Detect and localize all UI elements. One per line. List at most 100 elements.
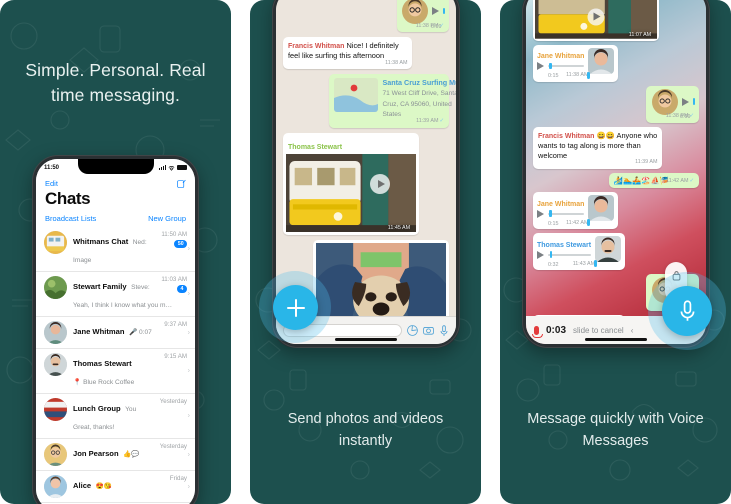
chat-list-item[interactable]: Stewart Family Steve: Yeah, I think I kn… [36, 272, 195, 317]
chat-list-item[interactable]: Alice 😍😘 Friday › [36, 471, 195, 503]
chat-prefix: You [125, 406, 137, 413]
panel-caption: Send photos and videos instantly [287, 411, 444, 449]
glasses-man-avatar [44, 443, 67, 466]
voice-duration: 0:32 [548, 262, 559, 269]
chat-right: 9:37 AM [164, 321, 187, 328]
glasses-man-avatar [402, 0, 428, 24]
yellow-tram-photo[interactable]: 11:45 AM [286, 153, 417, 232]
chat-time: 9:37 AM [164, 321, 187, 328]
video-message-in[interactable]: Thomas Stewart [283, 132, 420, 235]
chevron-right-icon: › [187, 451, 190, 458]
message-sender: Jane Whitman [537, 53, 585, 61]
location-title: Santa Cruz Surfing Mus… [382, 78, 456, 88]
video-message-in[interactable]: 11:07 AM [533, 0, 660, 41]
phone-notch [77, 159, 154, 174]
mic-icon: 🎤 [128, 329, 138, 336]
chat-list-item[interactable]: Whitmans Chat Ned: Image 11:50 AM 50 › [36, 227, 195, 272]
new-group-link[interactable]: New Group [148, 214, 186, 223]
voice-message-in[interactable]: Jane Whitman 0:15 11:38 AM [533, 44, 619, 82]
chat-name: Stewart Family [73, 282, 127, 291]
voice-progress-knob [549, 210, 552, 217]
landscape-avatar [44, 276, 67, 299]
play-icon[interactable] [682, 97, 689, 106]
message-sender: Thomas Stewart [537, 242, 592, 250]
chat-meta: Lunch Group You Great, thanks! [73, 398, 154, 434]
chat-list-item[interactable]: Lunch Group You Great, thanks! Yesterday… [36, 394, 195, 439]
play-button[interactable] [587, 8, 605, 26]
battery-icon [177, 165, 187, 170]
voice-progress-knob [549, 251, 553, 258]
chat-right: Friday [170, 475, 187, 482]
chat-time: Yesterday [159, 443, 187, 450]
add-attachment-button[interactable] [273, 285, 318, 330]
play-button[interactable] [370, 173, 391, 194]
record-mic-icon [532, 325, 543, 338]
message-emoji: 🏄🏊🚣🏖️⛵🎏 [613, 175, 669, 185]
text-message-in[interactable]: Francis Whitman Nice! I definitely feel … [283, 37, 413, 70]
sticker-icon[interactable] [407, 325, 418, 336]
message-timestamp: 11:39 AM [635, 159, 658, 166]
recording-timer: 0:03 [546, 324, 567, 336]
record-voice-button[interactable] [662, 286, 712, 336]
chat-preview: 👍💬 [123, 451, 140, 458]
woman-avatar [588, 47, 615, 74]
voice-duration: 0:15 [548, 221, 559, 228]
play-icon[interactable] [537, 209, 544, 218]
edit-button[interactable]: Edit [45, 179, 58, 188]
broadcast-lists-link[interactable]: Broadcast Lists [45, 214, 96, 223]
voice-message-in[interactable]: Jane Whitman 0:15 11:42 AM [533, 192, 619, 230]
message-timestamp: 11:38 PM✓ [415, 22, 444, 29]
home-indicator [335, 338, 397, 341]
voice-progress-track[interactable] [548, 251, 592, 258]
chat-meta: Stewart Family Steve: Yeah, I think I kn… [73, 276, 172, 312]
tram-avatar [44, 231, 67, 254]
read-receipt-icon: ✓ [439, 22, 444, 29]
play-icon[interactable] [537, 250, 544, 259]
voice-message-out[interactable]: 0:09 11:38 PM✓ [646, 85, 699, 123]
chat-meta: Whitmans Chat Ned: Image [73, 231, 155, 267]
home-indicator [585, 338, 647, 341]
play-icon[interactable] [537, 61, 544, 70]
voice-progress-track[interactable] [548, 62, 585, 70]
chat-preview: 📍 Blue Rock Coffee [73, 379, 134, 386]
chat-preview: Yeah, I think I know what you m… [73, 302, 173, 309]
text-message-in[interactable]: Francis Whitman 😄😄 Anyone who wants to t… [533, 126, 663, 169]
camera-icon[interactable] [423, 325, 434, 336]
voice-progress-knob [693, 98, 696, 105]
unread-badge: 50 [174, 240, 187, 249]
voice-message-in[interactable]: Thomas Stewart 0:32 11:43 AM [533, 233, 626, 271]
alice-avatar [44, 475, 67, 498]
panel-caption: Message quickly with Voice Messages [527, 411, 704, 449]
message-timestamp: 11:42 AM✓ [666, 178, 694, 185]
emoji-message-out[interactable]: 🏄🏊🚣🏖️⛵🎏 11:42 AM✓ [608, 172, 699, 189]
compose-icon[interactable] [177, 179, 186, 188]
yellow-tram-photo[interactable]: 11:07 AM [535, 0, 658, 39]
chat-right: 9:15 AM [164, 353, 187, 360]
chat-prefix: Steve: [131, 284, 150, 291]
map-thumbnail [334, 78, 379, 113]
mic-icon[interactable] [439, 324, 449, 337]
chat-name: Jane Whitman [73, 327, 125, 336]
chat-list-item[interactable]: Thomas Stewart 📍 Blue Rock Coffee 9:15 A… [36, 349, 195, 394]
chat-preview: Image [73, 257, 92, 264]
voice-progress-track[interactable] [548, 210, 585, 217]
chat-list-item[interactable]: Jon Pearson 👍💬 Yesterday › [36, 439, 195, 471]
mic-icon [587, 71, 591, 79]
slide-to-cancel-label: slide to cancel [573, 325, 624, 335]
chat-list-item[interactable]: Jane Whitman 🎤 0:07 9:37 AM › [36, 317, 195, 349]
sub-nav-row: Broadcast Lists New Group [36, 212, 195, 227]
chat-preview: 🎤 0:07 [129, 329, 152, 336]
voice-message-out[interactable]: 0:09 11:38 PM✓ [397, 0, 449, 32]
play-icon[interactable] [432, 7, 439, 15]
glasses-man-avatar [652, 88, 678, 115]
chat-right: 11:03 AM 4 [161, 276, 187, 294]
chat-time: Friday [169, 475, 187, 482]
location-message-out[interactable]: Santa Cruz Surfing Mus… 71 West Cliff Dr… [329, 74, 456, 128]
phone-mockup-chats: 11:50 Edit Chats Broadcast Lists New Gro… [32, 155, 199, 504]
chat-meta: Jane Whitman 🎤 0:07 [73, 321, 158, 339]
chat-right: 11:50 AM 50 [161, 231, 187, 249]
chat-time: 9:15 AM [164, 353, 187, 360]
message-timestamp: 11:38 AM [566, 72, 589, 79]
unread-badge: 4 [177, 285, 187, 294]
location-name: Blue Rock Coffee [83, 379, 135, 386]
